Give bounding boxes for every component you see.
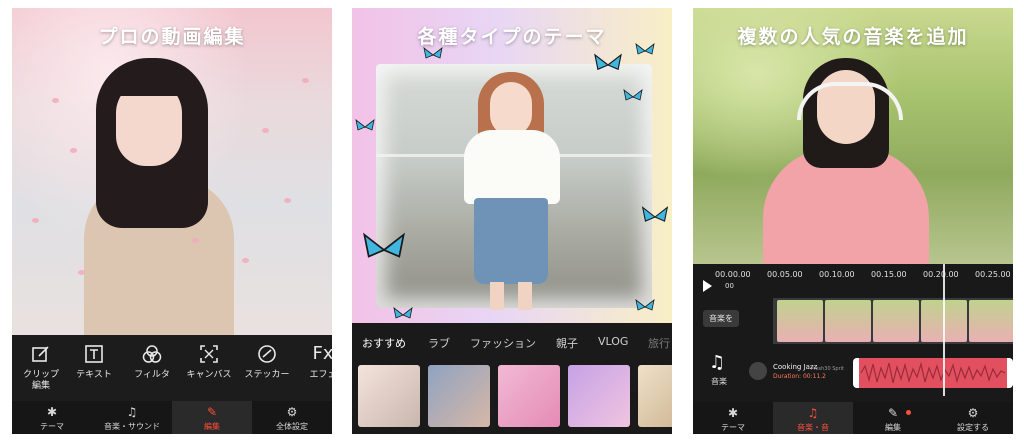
music-tool-label: 音楽: [711, 377, 727, 386]
theme-icon: ✱: [727, 406, 739, 420]
filter-icon: [141, 343, 163, 365]
nav-edit[interactable]: ✎ 編集: [853, 402, 933, 434]
tool-text[interactable]: テキスト: [65, 343, 123, 381]
butterfly-icon: [594, 53, 622, 71]
nav-settings[interactable]: ⚙ 設定する: [933, 402, 1013, 434]
tab-vlog[interactable]: VLOG: [598, 335, 628, 348]
theme-thumbnail-list: [352, 363, 672, 434]
nav-music-sound[interactable]: ♫ 音楽・サウンド: [92, 401, 172, 434]
nav-music[interactable]: ♫ 音楽・音: [773, 402, 853, 434]
bottom-nav: ✱ テーマ ♫ 音楽・音 ✎ 編集 ⚙ 設定する: [693, 402, 1013, 434]
theme-preview: [352, 8, 672, 323]
butterfly-icon: [355, 119, 375, 131]
tool-effects[interactable]: Fx エフェ: [294, 343, 332, 381]
tab-family[interactable]: 親子: [556, 335, 578, 351]
audio-track[interactable]: Cooking Jazz Duration: 00:11.2 Fresh30 S…: [745, 358, 1013, 388]
nav-settings[interactable]: ⚙ 全体設定: [252, 401, 332, 434]
promo-title: 各種タイプのテーマ: [417, 26, 607, 48]
tool-filter[interactable]: フィルタ: [123, 343, 181, 381]
tab-fashion[interactable]: ファッション: [470, 335, 536, 351]
nav-edit[interactable]: ✎ 編集: [172, 401, 252, 434]
theme-category-tabs: おすすめ ラブ ファッション 親子 VLOG 旅行: [352, 323, 672, 363]
theme-thumbnail[interactable]: [568, 365, 630, 427]
promo-title: 複数の人気の音楽を追加: [737, 26, 969, 48]
settings-icon: ⚙: [967, 406, 979, 420]
promo-panel-editing: プロの動画編集 クリップ 編集 テキスト フィルタ キャンバス ステッカー Fx…: [12, 8, 332, 434]
video-clip-track[interactable]: [773, 298, 1013, 344]
butterfly-icon: [363, 232, 405, 258]
promo-panel-music: 複数の人気の音楽を追加 00.00.00 00.05.00 00.10.00 0…: [693, 8, 1013, 434]
audio-waveform[interactable]: [853, 358, 1013, 388]
effects-icon: Fx: [312, 343, 332, 364]
butterfly-icon: [641, 206, 669, 222]
butterfly-icon: [635, 299, 655, 311]
track-author: Fresh30 Sprit: [811, 366, 845, 372]
theme-thumbnail[interactable]: [358, 365, 420, 427]
theme-icon: ✱: [46, 405, 58, 419]
butterfly-icon: [623, 89, 643, 101]
theme-thumbnail[interactable]: [498, 365, 560, 427]
audio-track-info: Cooking Jazz Duration: 00:11.2 Fresh30 S…: [745, 358, 855, 388]
promo-title: プロの動画編集: [98, 26, 246, 48]
tool-sticker[interactable]: ステッカー: [238, 343, 296, 381]
tab-recommended[interactable]: おすすめ: [362, 335, 406, 351]
edit-icon: ✎: [887, 406, 899, 420]
current-time: 00: [725, 282, 734, 290]
playhead[interactable]: [943, 264, 945, 396]
tab-travel[interactable]: 旅行: [648, 335, 670, 351]
theme-thumbnail[interactable]: [428, 365, 490, 427]
tool-canvas[interactable]: キャンバス: [180, 343, 238, 381]
edit-clip-icon: [30, 343, 52, 365]
canvas-icon: [198, 343, 220, 365]
music-sound-icon: ♫: [126, 405, 138, 419]
track-duration: Duration: 00:11.2: [773, 373, 827, 380]
text-icon: [83, 343, 105, 365]
add-music-button[interactable]: 音楽を: [703, 310, 739, 327]
timecode: 00.00.00: [715, 270, 751, 279]
nav-theme[interactable]: ✱ テーマ: [12, 401, 92, 434]
tab-love[interactable]: ラブ: [428, 335, 450, 351]
settings-icon: ⚙: [286, 405, 298, 419]
video-preview: [12, 8, 332, 338]
timecode: 00.05.00: [767, 270, 803, 279]
edit-icon: ✎: [206, 405, 218, 419]
timecode: 00.20.00: [923, 270, 959, 279]
bottom-nav: ✱ テーマ ♫ 音楽・サウンド ✎ 編集 ⚙ 全体設定: [12, 401, 332, 434]
edit-toolbar: クリップ 編集 テキスト フィルタ キャンバス ステッカー Fx エフェ: [12, 335, 332, 401]
timecode: 00.10.00: [819, 270, 855, 279]
trim-handle-right[interactable]: [1007, 358, 1013, 388]
timecode: 00.15.00: [871, 270, 907, 279]
butterfly-icon: [393, 307, 413, 319]
tool-clip-edit[interactable]: クリップ 編集: [12, 343, 70, 392]
timeline-editor: 00.00.00 00.05.00 00.10.00 00.15.00 00.2…: [693, 264, 1013, 402]
track-thumbnail: [749, 362, 767, 380]
nav-theme[interactable]: ✱ テーマ: [693, 402, 773, 434]
play-icon[interactable]: [703, 280, 712, 292]
notification-dot: [906, 410, 911, 415]
promo-panel-themes: 各種タイプのテーマ おすすめ ラブ ファッション 親子 VLOG 旅行: [352, 8, 672, 434]
music-note-icon[interactable]: ♫: [709, 352, 725, 373]
timecode: 00.25.00: [975, 270, 1011, 279]
sticker-icon: [256, 343, 278, 365]
theme-thumbnail[interactable]: [638, 365, 672, 427]
music-sound-icon: ♫: [807, 406, 819, 420]
